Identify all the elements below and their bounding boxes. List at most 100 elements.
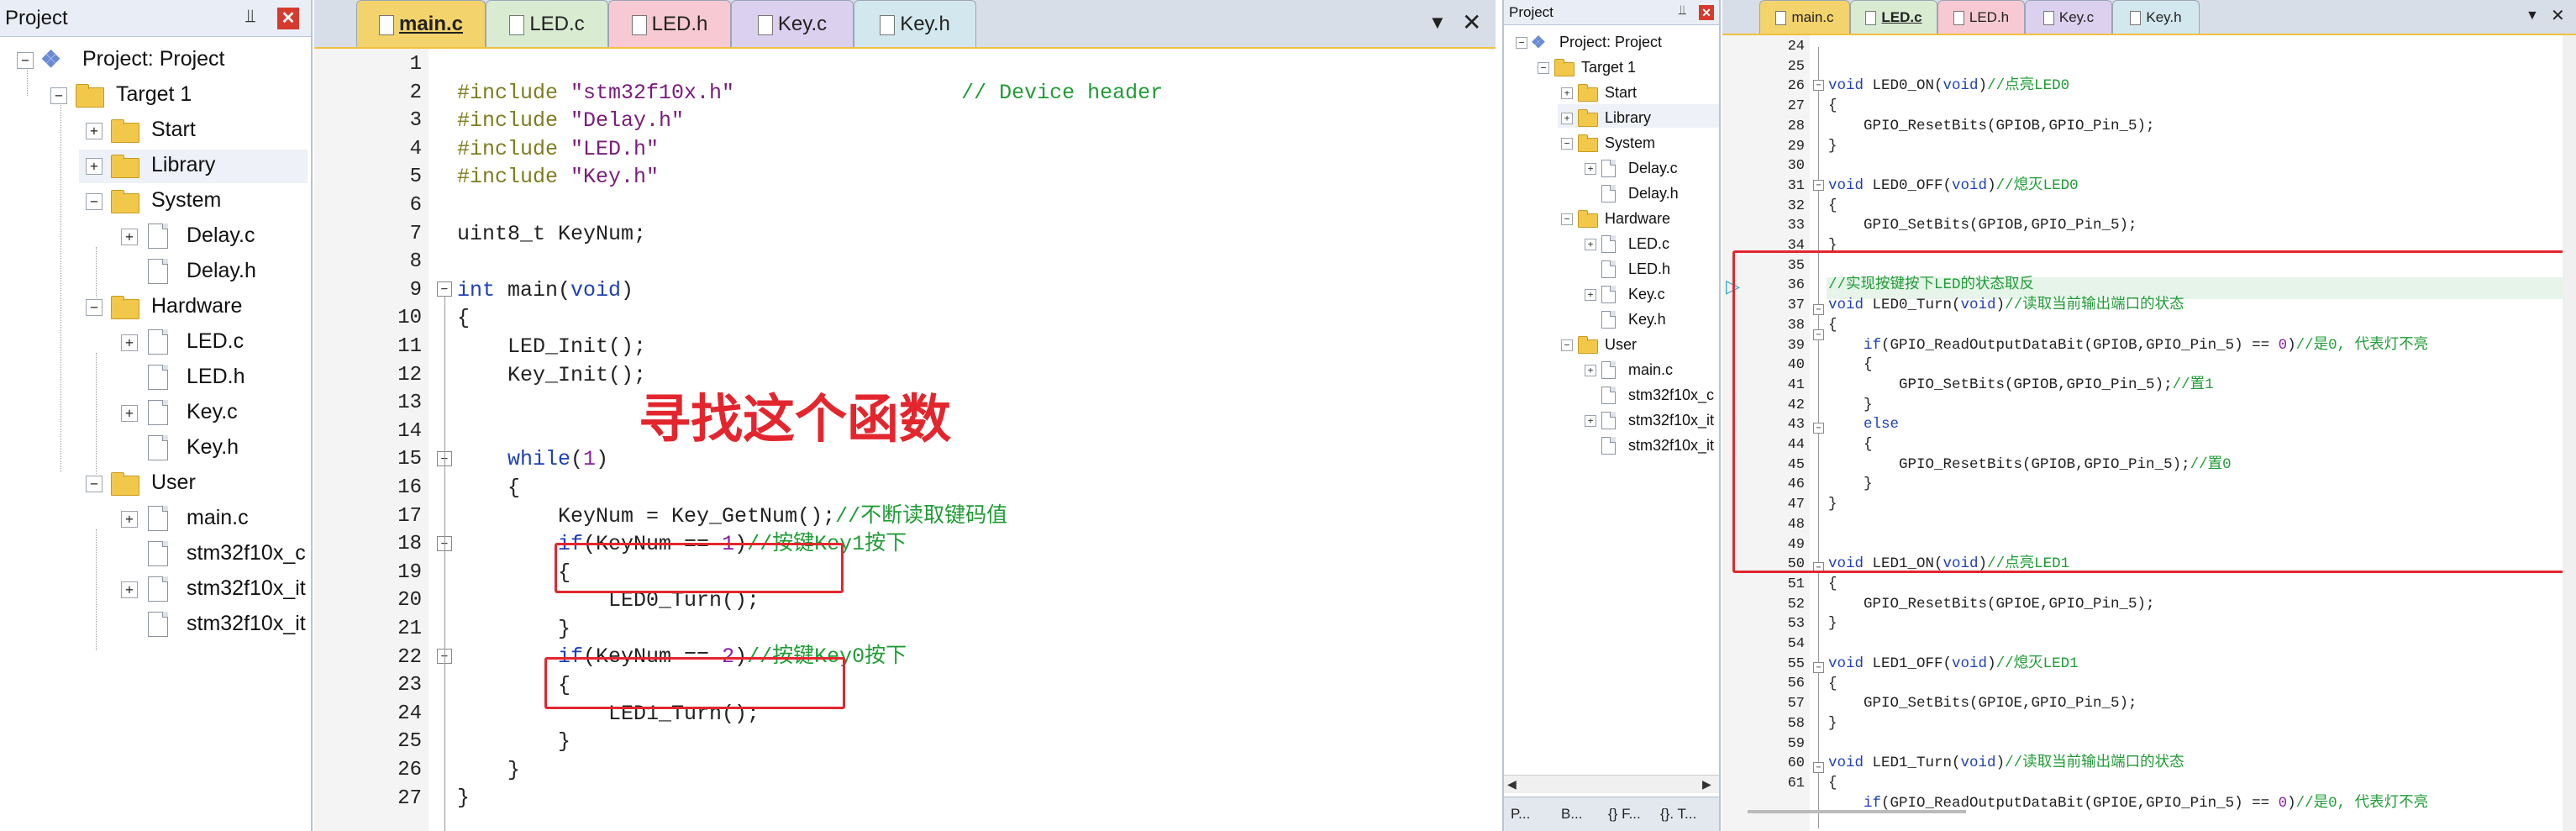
tab-led-c[interactable]: LED.c: [486, 0, 608, 47]
file-key-h[interactable]: Key.h: [187, 435, 239, 460]
file-stm32f10x-it-c[interactable]: stm32f10x_it: [187, 576, 306, 601]
file-led-c[interactable]: LED.c: [1628, 235, 1669, 253]
line-number: 16: [397, 476, 422, 499]
file-delay-h[interactable]: Delay.h: [187, 259, 256, 283]
tab-main-c[interactable]: main.c: [356, 0, 486, 47]
right-code-editor[interactable]: ▷ 24 25 26 27 28 29 30 31 32 33 34 35 36 37 38 39 40 41 42…: [1722, 35, 2576, 831]
collapse-user-toggle[interactable]: −: [86, 476, 103, 492]
tab-key-c[interactable]: Key.c: [2025, 0, 2112, 34]
file-key-h[interactable]: Key.h: [1628, 311, 1666, 329]
project-root[interactable]: Project: Project: [82, 47, 225, 71]
scroll-right-icon[interactable]: ▶: [1702, 777, 1711, 792]
project-root[interactable]: Project: Project: [1559, 34, 1662, 51]
collapse-root-toggle[interactable]: −: [1516, 37, 1527, 49]
expand-start-toggle[interactable]: +: [86, 123, 103, 139]
close-editor-icon[interactable]: ✕: [1462, 8, 1481, 36]
pin-icon[interactable]: ⫫: [245, 5, 255, 27]
collapse-user-toggle[interactable]: −: [1561, 339, 1573, 351]
line-number: 4: [409, 137, 422, 160]
file-key-c[interactable]: Key.c: [187, 400, 238, 424]
file-led-c[interactable]: LED.c: [187, 329, 244, 354]
tab-led-h[interactable]: LED.h: [1937, 0, 2025, 34]
code-token: "Delay.h": [570, 108, 685, 134]
right-tab-bar: main.c LED.c LED.h Key.c Key.h ▼ ✕: [1722, 0, 2576, 35]
tab-key-c[interactable]: Key.c: [731, 0, 854, 47]
tab-templates[interactable]: {}. T...: [1660, 806, 1696, 823]
expand-file-toggle[interactable]: +: [1585, 365, 1596, 376]
expand-file-toggle[interactable]: +: [121, 334, 138, 351]
fold-marker-icon[interactable]: −: [1813, 80, 1824, 91]
expand-file-toggle[interactable]: +: [1585, 239, 1596, 250]
expand-file-toggle[interactable]: +: [1585, 289, 1596, 301]
file-led-h[interactable]: LED.h: [1628, 260, 1670, 278]
group-system[interactable]: System: [151, 188, 221, 213]
file-stm32f10x-c[interactable]: stm32f10x_c: [1628, 387, 1714, 404]
tab-key-h[interactable]: Key.h: [2112, 0, 2200, 34]
tab-functions[interactable]: {} F...: [1608, 806, 1641, 823]
group-start[interactable]: Start: [151, 118, 196, 142]
target-node[interactable]: Target 1: [1581, 59, 1636, 76]
file-key-c[interactable]: Key.c: [1628, 286, 1665, 303]
collapse-target-toggle[interactable]: −: [1538, 62, 1549, 74]
fold-marker-icon[interactable]: −: [1813, 180, 1824, 191]
horizontal-scrollbar[interactable]: ◀ ▶: [1504, 775, 1719, 793]
code-line: }: [1828, 137, 1837, 155]
expand-library-toggle[interactable]: +: [1561, 113, 1573, 124]
expand-file-toggle[interactable]: +: [121, 511, 138, 528]
tab-project[interactable]: P...: [1511, 806, 1530, 823]
tab-list-dropdown-icon[interactable]: ▼: [2526, 8, 2539, 24]
file-delay-c[interactable]: Delay.c: [1628, 160, 1678, 177]
group-library[interactable]: Library: [1605, 109, 1651, 127]
group-user[interactable]: User: [151, 471, 196, 495]
code-line: }: [1828, 615, 1837, 633]
fold-marker-icon[interactable]: −: [1813, 662, 1824, 673]
collapse-hardware-toggle[interactable]: −: [1561, 213, 1573, 225]
tab-led-h[interactable]: LED.h: [608, 0, 731, 47]
collapse-target-toggle[interactable]: −: [50, 87, 67, 104]
tab-led-c[interactable]: LED.c: [1850, 0, 1937, 34]
pin-icon[interactable]: ⫫: [1679, 3, 1686, 18]
target-node[interactable]: Target 1: [116, 82, 192, 107]
collapse-system-toggle[interactable]: −: [1561, 138, 1573, 150]
tab-books[interactable]: B...: [1561, 806, 1583, 823]
tab-key-h[interactable]: Key.h: [854, 0, 976, 47]
close-icon[interactable]: ✕: [277, 8, 299, 29]
fold-marker-icon[interactable]: −: [437, 281, 452, 297]
group-hardware[interactable]: Hardware: [1605, 210, 1670, 228]
file-stm32f10x-it-h[interactable]: stm32f10x_it: [187, 612, 306, 636]
file-stm32f10x-c[interactable]: stm32f10x_c: [187, 541, 306, 565]
group-system[interactable]: System: [1605, 134, 1655, 152]
expand-file-toggle[interactable]: +: [121, 581, 138, 598]
file-main-c[interactable]: main.c: [187, 506, 249, 530]
expand-library-toggle[interactable]: +: [86, 158, 103, 175]
group-user[interactable]: User: [1605, 336, 1637, 354]
collapse-system-toggle[interactable]: −: [86, 193, 103, 210]
close-icon[interactable]: ✕: [1699, 5, 1714, 20]
file-stm32f10x-it-c[interactable]: stm32f10x_it: [1628, 412, 1714, 429]
vertical-scrollbar[interactable]: [2563, 35, 2576, 831]
horizontal-scrollbar[interactable]: [1748, 810, 1966, 813]
file-main-c[interactable]: main.c: [1628, 361, 1673, 379]
file-icon: [148, 612, 168, 637]
tab-main-c[interactable]: main.c: [1759, 0, 1850, 34]
file-led-h[interactable]: LED.h: [187, 365, 244, 389]
file-delay-h[interactable]: Delay.h: [1628, 185, 1679, 202]
expand-start-toggle[interactable]: +: [1561, 87, 1573, 99]
file-delay-c[interactable]: Delay.c: [187, 224, 255, 248]
collapse-hardware-toggle[interactable]: −: [86, 299, 103, 316]
collapse-root-toggle[interactable]: −: [17, 52, 34, 69]
expand-file-toggle[interactable]: +: [1585, 415, 1596, 427]
expand-file-toggle[interactable]: +: [1585, 163, 1596, 175]
fold-marker-icon[interactable]: −: [1813, 762, 1824, 773]
scroll-left-icon[interactable]: ◀: [1507, 777, 1517, 792]
group-start[interactable]: Start: [1605, 84, 1637, 102]
expand-file-toggle[interactable]: +: [121, 405, 138, 422]
group-library[interactable]: Library: [151, 153, 215, 177]
group-hardware[interactable]: Hardware: [151, 294, 242, 318]
code-line: {: [1828, 197, 1837, 214]
file-stm32f10x-it-h[interactable]: stm32f10x_it: [1628, 437, 1714, 455]
expand-file-toggle[interactable]: +: [121, 229, 138, 245]
close-editor-icon[interactable]: ✕: [2551, 5, 2565, 26]
tab-list-dropdown-icon[interactable]: ▼: [1428, 12, 1447, 34]
left-code-editor[interactable]: 1 2 3 4 5 6 7 8 9 10 11 12 13 14 15 16 17 18 19 20 21 22 23 24 2…: [314, 49, 1496, 831]
